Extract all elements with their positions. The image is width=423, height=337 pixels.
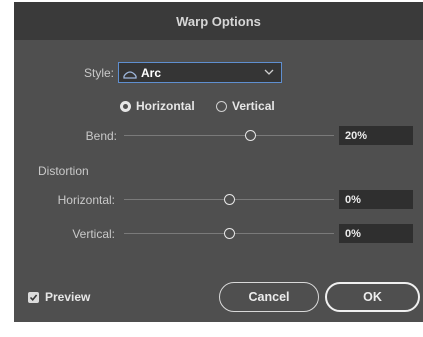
dialog-title: Warp Options bbox=[176, 13, 261, 29]
distortion-heading: Distortion bbox=[38, 164, 89, 178]
horizontal-distortion-thumb[interactable] bbox=[224, 194, 235, 205]
chevron-down-icon bbox=[264, 69, 274, 75]
preview-label: Preview bbox=[45, 290, 91, 304]
horizontal-distortion-label: Horizontal: bbox=[57, 193, 115, 207]
bend-label: Bend: bbox=[85, 129, 117, 143]
vertical-distortion-thumb[interactable] bbox=[224, 228, 235, 239]
vertical-distortion-label: Vertical: bbox=[72, 227, 115, 241]
radio-selected-icon bbox=[120, 100, 131, 112]
dialog-titlebar[interactable]: Warp Options bbox=[14, 2, 423, 40]
ok-button[interactable]: OK bbox=[325, 282, 420, 312]
bend-slider-track bbox=[124, 135, 334, 136]
cancel-button[interactable]: Cancel bbox=[219, 282, 319, 312]
horizontal-distortion-slider[interactable] bbox=[124, 194, 334, 206]
bend-value-field[interactable]: 20% bbox=[339, 126, 413, 145]
radio-horizontal[interactable]: Horizontal bbox=[120, 99, 195, 113]
preview-checkbox[interactable]: Preview bbox=[28, 290, 90, 304]
bend-slider-thumb[interactable] bbox=[245, 130, 256, 141]
style-label: Style: bbox=[83, 66, 114, 80]
style-value: Arc bbox=[141, 65, 162, 80]
horizontal-distortion-value-field[interactable]: 0% bbox=[339, 190, 413, 209]
vertical-distortion-slider[interactable] bbox=[124, 228, 334, 240]
radio-horizontal-label: Horizontal bbox=[136, 99, 195, 113]
arc-icon bbox=[123, 70, 137, 79]
bend-slider[interactable] bbox=[124, 130, 334, 142]
warp-options-dialog: Warp Options Style: Arc Horizontal Verti… bbox=[14, 2, 423, 322]
radio-unselected-icon bbox=[216, 100, 227, 112]
radio-vertical[interactable]: Vertical bbox=[216, 99, 275, 113]
style-select[interactable]: Arc bbox=[118, 62, 282, 83]
checkmark-icon bbox=[28, 291, 39, 303]
radio-vertical-label: Vertical bbox=[232, 99, 275, 113]
vertical-distortion-value-field[interactable]: 0% bbox=[339, 224, 413, 243]
